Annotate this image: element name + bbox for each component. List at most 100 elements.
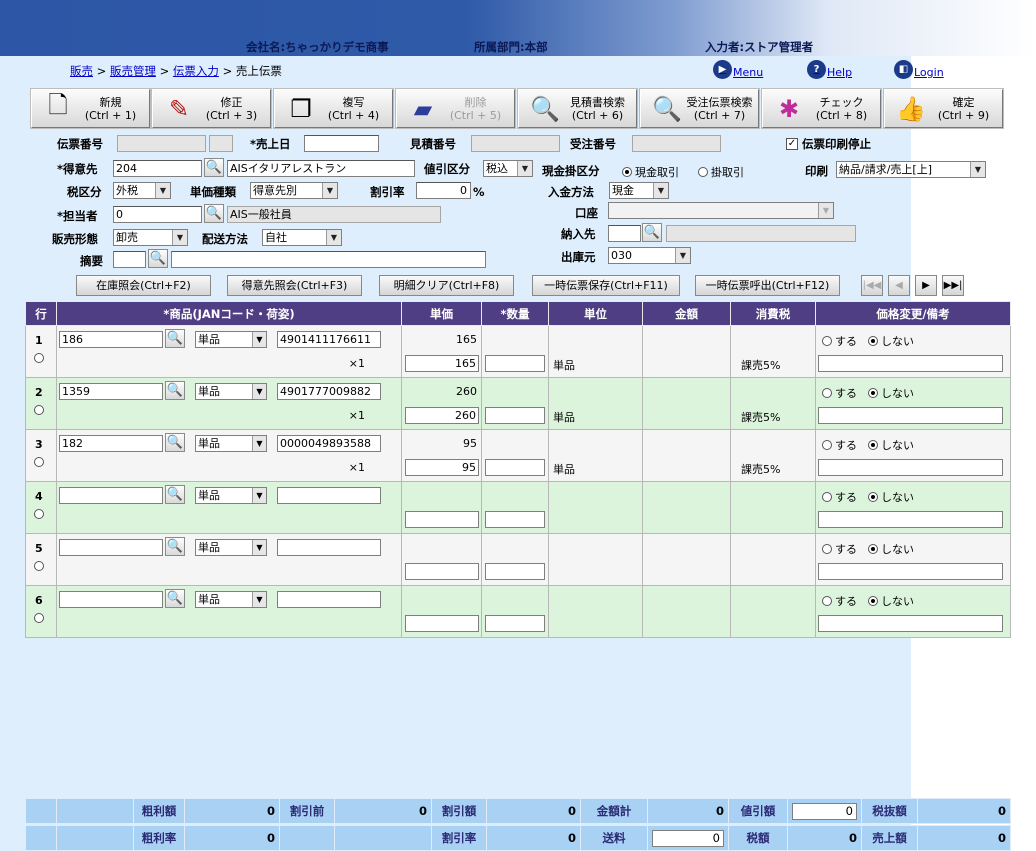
login-link[interactable]: ◧ Login: [894, 60, 944, 79]
remarks-input[interactable]: [818, 407, 1003, 424]
delivery-method-select[interactable]: 自社: [262, 229, 342, 246]
package-select[interactable]: 単品 ▼: [195, 539, 267, 556]
product-search-icon[interactable]: 🔍: [165, 329, 185, 348]
package-select[interactable]: 単品 ▼: [195, 591, 267, 608]
credit-radio[interactable]: 掛取引: [698, 164, 744, 180]
row-select-radio[interactable]: [34, 560, 47, 573]
product-search-icon[interactable]: 🔍: [165, 537, 185, 556]
breadcrumb-sales[interactable]: 販売: [70, 64, 93, 78]
payment-method-select[interactable]: 現金: [609, 182, 669, 199]
quote-search-button[interactable]: 🔍 見積書検索 (Ctrl + 6): [517, 88, 638, 129]
price-change-no-radio[interactable]: しない: [868, 385, 914, 401]
prev-page-icon[interactable]: ◀: [888, 275, 910, 296]
warehouse-select[interactable]: 030: [608, 247, 691, 264]
quantity-input[interactable]: [485, 615, 545, 632]
order-search-button[interactable]: 🔍 受注伝票検索 (Ctrl + 7): [639, 88, 760, 129]
edit-button[interactable]: ✎ 修正 (Ctrl + 3): [151, 88, 272, 129]
unit-price-input[interactable]: [405, 511, 479, 528]
package-select[interactable]: 単品 ▼: [195, 331, 267, 348]
price-type-select[interactable]: 得意先別: [250, 182, 338, 199]
stock-inquiry-button[interactable]: 在庫照会(Ctrl+F2): [76, 275, 211, 296]
price-change-no-radio[interactable]: しない: [868, 333, 914, 349]
last-page-icon[interactable]: ▶▶|: [942, 275, 964, 296]
unit-price-input[interactable]: 260: [405, 407, 479, 424]
product-code-input[interactable]: [59, 539, 163, 556]
price-change-no-radio[interactable]: しない: [868, 489, 914, 505]
row-select-radio[interactable]: [34, 612, 47, 625]
staff-name-input[interactable]: AIS一般社員: [227, 206, 441, 223]
quantity-input[interactable]: [485, 407, 545, 424]
customer-name-input[interactable]: AISイタリアレストラン: [227, 160, 415, 177]
next-page-icon[interactable]: ▶: [915, 275, 937, 296]
order-no-input[interactable]: [632, 135, 721, 152]
price-discount-input[interactable]: 0: [792, 802, 857, 820]
customer-code-input[interactable]: 204: [113, 160, 202, 177]
breadcrumb-sales-management[interactable]: 販売管理: [110, 64, 156, 78]
cash-radio[interactable]: 現金取引: [622, 164, 679, 180]
product-code-input[interactable]: 1359: [59, 383, 163, 400]
delivery-dest-code-input[interactable]: [608, 225, 641, 242]
temp-load-button[interactable]: 一時伝票呼出(Ctrl+F12): [695, 275, 840, 296]
sales-form-select[interactable]: 卸売: [113, 229, 188, 246]
unit-price-input[interactable]: 165: [405, 355, 479, 372]
price-change-yes-radio[interactable]: する: [822, 437, 857, 453]
remarks-input[interactable]: [818, 511, 1003, 528]
product-search-icon[interactable]: 🔍: [165, 433, 185, 452]
slip-no-input[interactable]: [117, 135, 206, 152]
staff-search-icon[interactable]: 🔍: [204, 204, 224, 223]
account-select[interactable]: [608, 202, 834, 219]
discount-rate-input[interactable]: 0: [416, 182, 471, 199]
jan-code-input[interactable]: [277, 487, 381, 504]
delivery-dest-search-icon[interactable]: 🔍: [642, 223, 662, 242]
product-code-input[interactable]: 182: [59, 435, 163, 452]
delete-button[interactable]: ▰ 削除 (Ctrl + 5): [395, 88, 516, 129]
product-code-input[interactable]: 186: [59, 331, 163, 348]
price-change-yes-radio[interactable]: する: [822, 593, 857, 609]
tax-div-select[interactable]: 外税: [113, 182, 171, 199]
row-select-radio[interactable]: [34, 352, 47, 365]
product-code-input[interactable]: [59, 591, 163, 608]
quantity-input[interactable]: [485, 355, 545, 372]
quantity-input[interactable]: [485, 563, 545, 580]
summary-code-input[interactable]: [113, 251, 146, 268]
product-search-icon[interactable]: 🔍: [165, 381, 185, 400]
product-search-icon[interactable]: 🔍: [165, 485, 185, 504]
remarks-input[interactable]: [818, 563, 1003, 580]
jan-code-input[interactable]: [277, 591, 381, 608]
print-select[interactable]: 納品/請求/売上[上]: [836, 161, 986, 178]
sales-date-input[interactable]: [304, 135, 379, 152]
price-change-yes-radio[interactable]: する: [822, 333, 857, 349]
check-button[interactable]: ✱ チェック (Ctrl + 8): [761, 88, 882, 129]
remarks-input[interactable]: [818, 355, 1003, 372]
jan-code-input[interactable]: 4901777009882: [277, 383, 381, 400]
discount-div-select[interactable]: 税込: [483, 160, 533, 177]
copy-button[interactable]: ❐ 複写 (Ctrl + 4): [273, 88, 394, 129]
first-page-icon[interactable]: |◀◀: [861, 275, 883, 296]
customer-search-icon[interactable]: 🔍: [204, 158, 224, 177]
temp-save-button[interactable]: 一時伝票保存(Ctrl+F11): [532, 275, 680, 296]
confirm-button[interactable]: 👍 確定 (Ctrl + 9): [883, 88, 1004, 129]
clear-details-button[interactable]: 明細クリア(Ctrl+F8): [379, 275, 514, 296]
delivery-dest-name-input[interactable]: [666, 225, 856, 242]
staff-code-input[interactable]: 0: [113, 206, 202, 223]
unit-price-input[interactable]: [405, 563, 479, 580]
menu-link[interactable]: ▶ Menu: [713, 60, 763, 79]
product-code-input[interactable]: [59, 487, 163, 504]
customer-inquiry-button[interactable]: 得意先照会(Ctrl+F3): [227, 275, 362, 296]
jan-code-input[interactable]: 0000049893588: [277, 435, 381, 452]
package-select[interactable]: 単品 ▼: [195, 435, 267, 452]
price-change-yes-radio[interactable]: する: [822, 489, 857, 505]
new-button[interactable]: 🗋 新規 (Ctrl + 1): [30, 88, 151, 129]
summary-search-icon[interactable]: 🔍: [148, 249, 168, 268]
unit-price-input[interactable]: [405, 615, 479, 632]
unit-price-input[interactable]: 95: [405, 459, 479, 476]
jan-code-input[interactable]: [277, 539, 381, 556]
quantity-input[interactable]: [485, 511, 545, 528]
jan-code-input[interactable]: 4901411176611: [277, 331, 381, 348]
price-change-no-radio[interactable]: しない: [868, 541, 914, 557]
row-select-radio[interactable]: [34, 404, 47, 417]
package-select[interactable]: 単品 ▼: [195, 383, 267, 400]
quote-no-input[interactable]: [471, 135, 560, 152]
price-change-yes-radio[interactable]: する: [822, 385, 857, 401]
slip-no-sub-input[interactable]: [209, 135, 233, 152]
